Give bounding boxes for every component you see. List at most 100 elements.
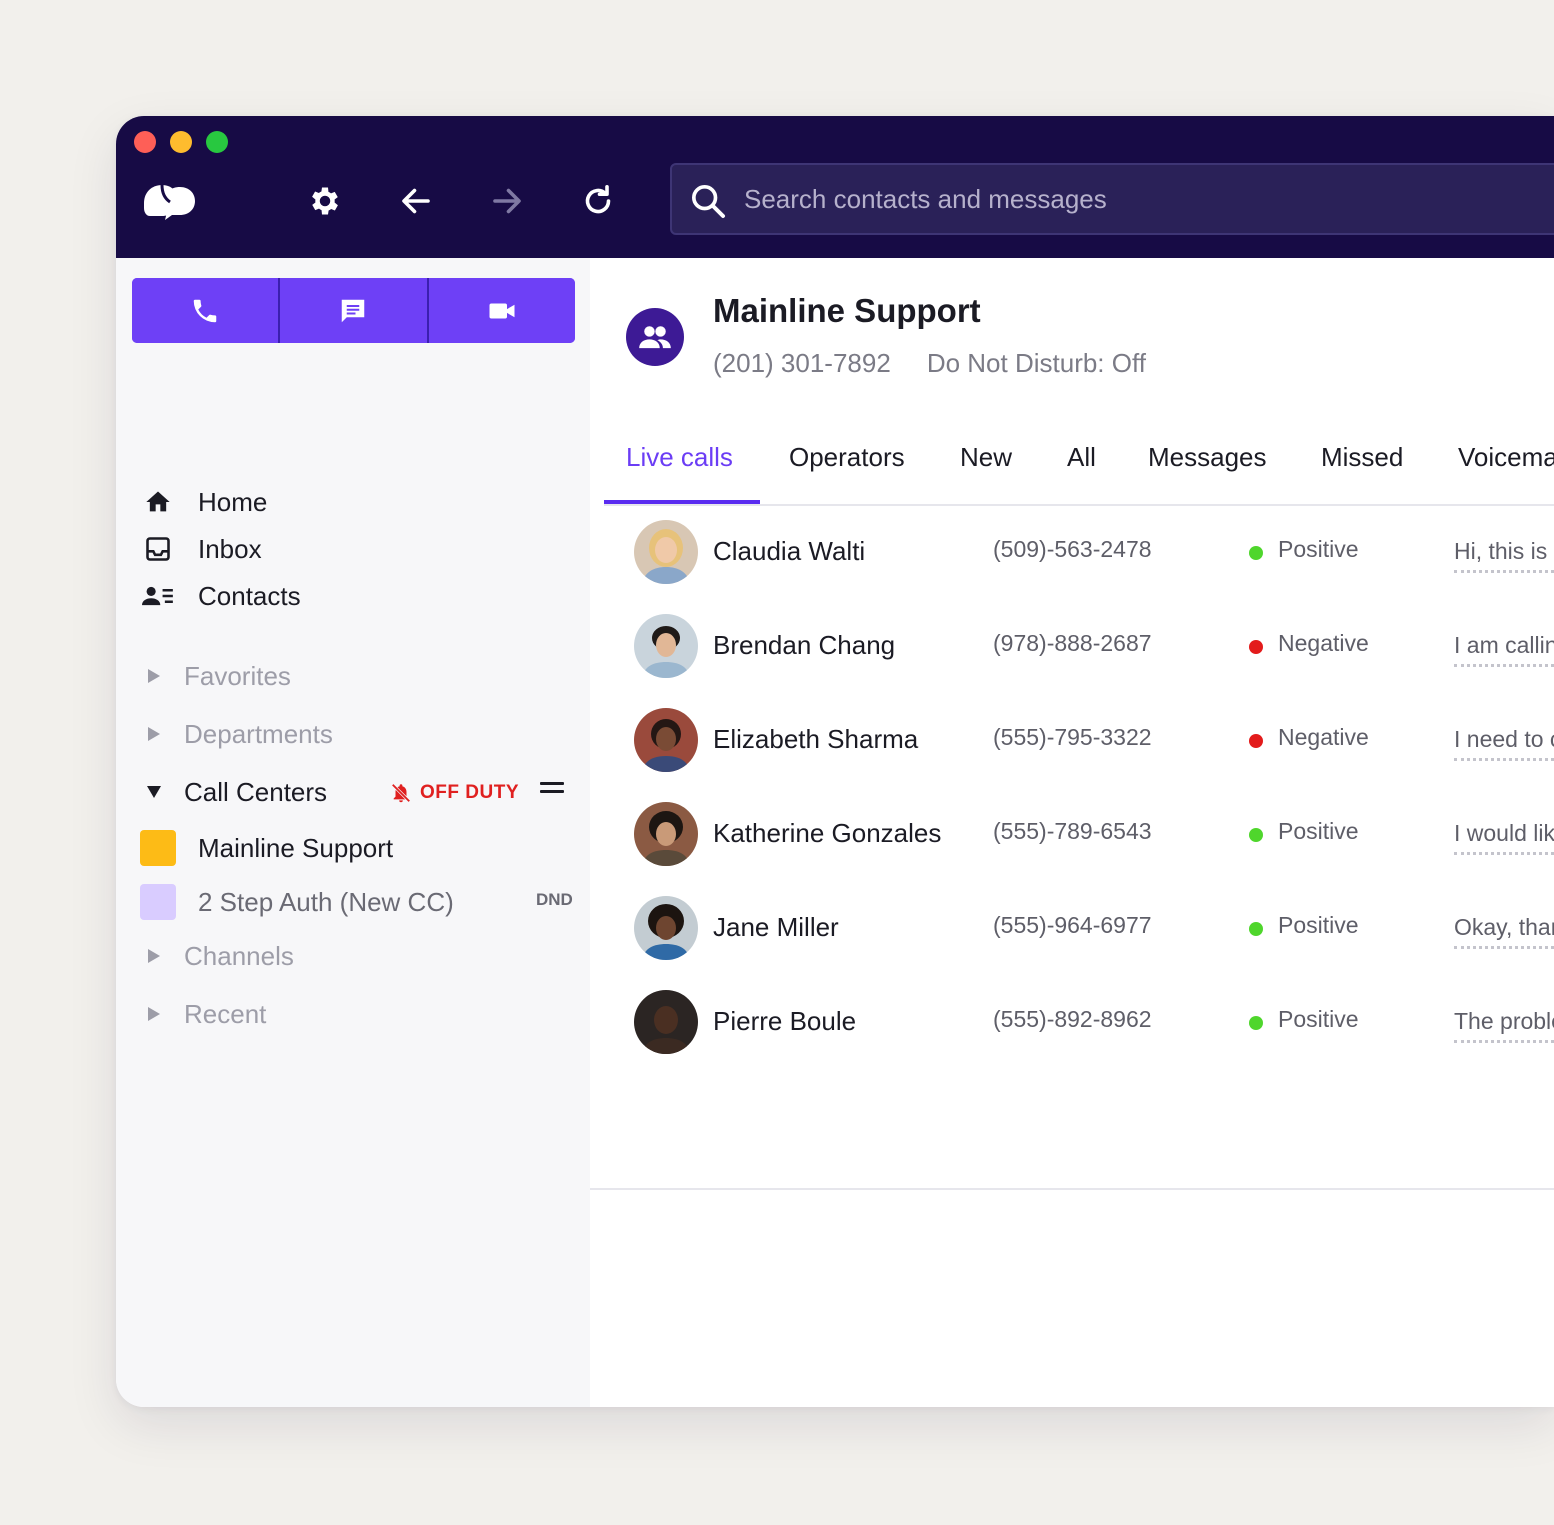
caller-phone: (555)-789-6543 [993,818,1152,844]
caller-name: Claudia Walti [713,536,866,566]
transcript-preview[interactable]: Hi, this is I [1454,538,1554,573]
off-duty-label: OFF DUTY [420,782,519,803]
caller-phone: (978)-888-2687 [993,630,1152,656]
maximize-window-button[interactable] [206,131,228,153]
dnd-status[interactable]: Do Not Disturb: Off [927,348,1146,378]
search-box[interactable] [670,163,1554,235]
tab-bar: Live calls Operators New All Messages Mi… [604,428,1554,506]
caret-down-icon [146,784,162,800]
transcript-preview[interactable]: I would lik [1454,820,1554,855]
transcript-preview[interactable]: Okay, than [1454,914,1554,949]
transcript-preview[interactable]: The proble [1454,1008,1554,1043]
contacts-icon [142,580,174,612]
transcript-preview[interactable]: I need to c [1454,726,1554,761]
phone-icon [193,299,217,322]
sentiment-dot [1249,1016,1263,1030]
tab-operators[interactable]: Operators [789,442,905,473]
nav-label: Home [198,486,268,517]
nav-label: Contacts [198,580,301,611]
video-icon [489,303,515,318]
call-row[interactable]: Katherine Gonzales (555)-789-6543 Positi… [590,788,1554,882]
call-center-2-step-auth[interactable]: 2 Step Auth (New CC) [140,882,454,922]
caller-phone: (555)-964-6977 [993,912,1152,938]
call-center-mainline-support[interactable]: Mainline Support [140,828,393,868]
gear-icon[interactable] [302,178,348,224]
tab-new[interactable]: New [960,442,1012,473]
arrow-right-icon[interactable] [484,178,530,224]
nav-home[interactable]: Home [142,482,267,522]
live-calls-list: Claudia Walti (509)-563-2478 Positive Hi… [590,506,1554,1190]
sidebar: Home Inbox Contacts Favorites Department… [116,258,590,1407]
sentiment-label: Positive [1278,536,1359,562]
sentiment-label: Positive [1278,818,1359,844]
caller-name: Elizabeth Sharma [713,724,919,754]
sentiment-dot [1249,828,1263,842]
call-row[interactable]: Pierre Boule (555)-892-8962 Positive The… [590,976,1554,1070]
main-panel: Mainline Support (201) 301-7892 Do Not Di… [590,258,1554,1407]
header-phone: (201) 301-7892 [713,348,891,378]
call-row[interactable]: Brendan Chang (978)-888-2687 Negative I … [590,600,1554,694]
color-swatch [140,884,176,920]
title-bar [116,116,1554,258]
call-row[interactable]: Claudia Walti (509)-563-2478 Positive Hi… [590,506,1554,600]
drag-handle-icon[interactable] [540,782,564,796]
section-departments[interactable]: Departments [146,714,333,754]
avatar [634,802,698,866]
arrow-left-icon[interactable] [393,178,439,224]
transcript-preview[interactable]: I am callin [1454,632,1554,667]
caret-right-icon [146,1006,162,1022]
dnd-badge: DND [536,890,573,909]
section-favorites[interactable]: Favorites [146,656,291,696]
tab-all[interactable]: All [1067,442,1096,473]
dialpad-logo[interactable] [140,178,198,220]
caller-phone: (555)-795-3322 [993,724,1152,750]
call-row[interactable]: Jane Miller (555)-964-6977 Positive Okay… [590,882,1554,976]
message-icon [342,299,365,322]
avatar [634,990,698,1054]
avatar [634,708,698,772]
minimize-window-button[interactable] [170,131,192,153]
call-center-label: Mainline Support [198,832,394,863]
off-duty-toggle[interactable]: OFF DUTY [390,778,519,808]
refresh-icon[interactable] [575,178,621,224]
sentiment-label: Positive [1278,1006,1359,1032]
tab-messages[interactable]: Messages [1148,442,1267,473]
sentiment-dot [1249,922,1263,936]
call-row[interactable]: Elizabeth Sharma (555)-795-3322 Negative… [590,694,1554,788]
page-title: Mainline Support [713,292,981,329]
section-channels[interactable]: Channels [146,936,294,976]
header-subline: (201) 301-7892 Do Not Disturb: Off [713,348,1146,379]
section-recent[interactable]: Recent [146,994,266,1034]
caller-phone: (509)-563-2478 [993,536,1152,562]
tab-missed[interactable]: Missed [1321,442,1403,473]
avatar [634,614,698,678]
nav-inbox[interactable]: Inbox [142,529,262,569]
bell-off-icon [391,783,411,803]
call-button[interactable] [132,278,279,343]
call-center-label: 2 Step Auth (New CC) [198,886,454,917]
sentiment-dot [1249,640,1263,654]
message-button[interactable] [278,278,427,343]
section-call-centers[interactable]: Call Centers [146,772,327,812]
sentiment-dot [1249,734,1263,748]
inbox-icon [142,533,174,565]
app-window: Home Inbox Contacts Favorites Department… [116,116,1554,1407]
caller-name: Pierre Boule [713,1006,857,1036]
section-label: Channels [184,940,294,971]
tab-voicemail[interactable]: Voicema [1458,442,1554,473]
caret-right-icon [146,948,162,964]
action-bar [132,278,575,343]
video-button[interactable] [426,278,575,343]
caret-right-icon [146,726,162,742]
sentiment-label: Positive [1278,912,1359,938]
nav-contacts[interactable]: Contacts [142,576,301,616]
home-icon [142,486,174,518]
section-label: Departments [184,718,333,749]
close-window-button[interactable] [134,131,156,153]
nav-label: Inbox [198,533,262,564]
section-label: Recent [184,998,267,1029]
search-input[interactable] [744,165,1544,233]
tab-live-calls[interactable]: Live calls [626,442,733,473]
caret-right-icon [146,668,162,684]
sentiment-label: Negative [1278,630,1369,656]
